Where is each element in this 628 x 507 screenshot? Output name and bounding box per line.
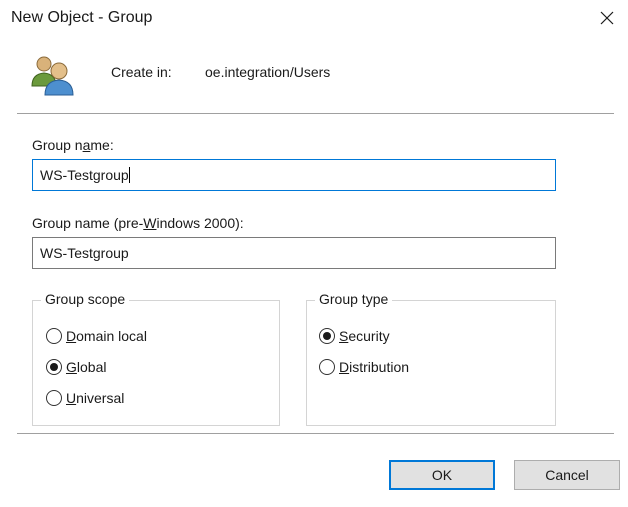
label-text: omain local [76, 328, 147, 344]
group-name-pre2000-input[interactable]: WS-Testgroup [32, 237, 556, 269]
radio-circle [319, 359, 335, 375]
group-scope-title: Group scope [41, 291, 130, 307]
cancel-button[interactable]: Cancel [514, 460, 620, 490]
bottom-separator [17, 433, 614, 435]
radio-distribution[interactable]: Distribution [319, 359, 409, 375]
radio-label: Domain local [66, 328, 147, 344]
group-type-title: Group type [315, 291, 393, 307]
access-key: S [339, 328, 349, 344]
radio-label: Universal [66, 390, 124, 406]
label-text: lobal [76, 359, 107, 375]
close-button[interactable] [592, 4, 622, 32]
group-name-input[interactable]: WS-Testgroup [32, 159, 556, 191]
window-title: New Object - Group [11, 9, 153, 26]
access-key: G [66, 359, 77, 375]
close-icon [600, 11, 614, 25]
ok-button[interactable]: OK [389, 460, 495, 490]
group-name-pre2000-value: WS-Testgroup [40, 245, 129, 261]
group-name-pre2000-label: Group name (pre-Windows 2000): [32, 215, 244, 231]
group-name-label: Group name: [32, 137, 114, 153]
group-name-value: WS-Testgroup [40, 167, 129, 183]
radio-label: Distribution [339, 359, 409, 375]
label-text: istribution [349, 359, 410, 375]
radio-circle-checked [46, 359, 62, 375]
radio-global[interactable]: Global [46, 359, 106, 375]
group-users-icon [31, 56, 74, 96]
radio-circle [46, 390, 62, 406]
radio-dot [50, 363, 58, 371]
create-in-label: Create in: [111, 64, 172, 80]
group-name-label-part: Group n [32, 137, 83, 153]
pre2000-label-part: Group name (pre- [32, 215, 144, 231]
group-name-label-part: me: [90, 137, 114, 153]
radio-domain-local[interactable]: Domain local [46, 328, 147, 344]
label-text: niversal [76, 390, 125, 406]
radio-label: Security [339, 328, 390, 344]
new-object-group-dialog: New Object - Group Create in: oe.integra… [0, 0, 628, 507]
text-cursor [128, 167, 130, 183]
label-text: ecurity [348, 328, 390, 344]
radio-security[interactable]: Security [319, 328, 390, 344]
header-band: Create in: oe.integration/Users [0, 38, 628, 110]
radio-label: Global [66, 359, 106, 375]
pre2000-label-access-key: W [143, 215, 157, 231]
title-bar: New Object - Group [0, 0, 628, 38]
radio-dot [323, 332, 331, 340]
radio-universal[interactable]: Universal [46, 390, 124, 406]
access-key: U [66, 390, 77, 406]
access-key: D [339, 359, 350, 375]
access-key: D [66, 328, 77, 344]
create-in-path: oe.integration/Users [205, 64, 331, 80]
top-separator [17, 113, 614, 115]
pre2000-label-part: indows 2000): [156, 215, 244, 231]
radio-circle [46, 328, 62, 344]
radio-circle-checked [319, 328, 335, 344]
